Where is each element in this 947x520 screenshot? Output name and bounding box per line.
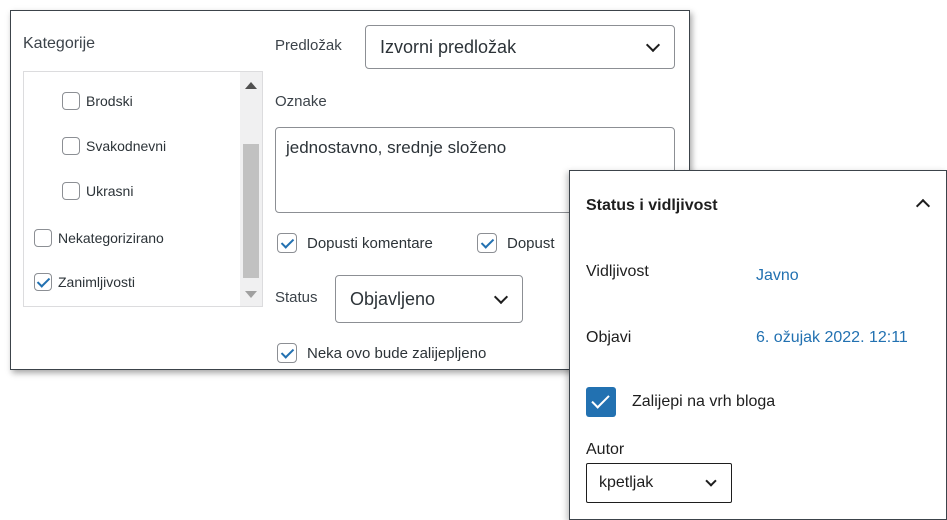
category-item-svakodnevni[interactable]: Svakodnevni xyxy=(62,137,166,155)
scroll-thumb[interactable] xyxy=(243,144,259,278)
chevron-down-icon xyxy=(645,37,661,53)
allow-pings-label: Dopust xyxy=(507,234,555,252)
category-checkbox-brodski[interactable] xyxy=(62,92,80,110)
category-checkbox-zanimljivosti[interactable] xyxy=(34,273,52,291)
allow-pings-checkbox[interactable] xyxy=(477,233,497,253)
panel-title: Status i vidljivost xyxy=(586,197,718,214)
categories-scrollbar[interactable] xyxy=(240,72,262,306)
publish-date-link[interactable]: 6. ožujak 2022. 12:11 xyxy=(756,329,908,347)
category-checkbox-nekategorizirano[interactable] xyxy=(34,229,52,247)
chevron-down-icon xyxy=(705,475,717,487)
sticky-option[interactable]: Neka ovo bude zalijepljeno xyxy=(277,343,486,363)
scroll-down-arrow-icon[interactable] xyxy=(245,291,257,298)
author-select[interactable]: kpetljak xyxy=(586,463,732,503)
categories-list[interactable]: Brodski Svakodnevni Ukrasni Nekategorizi… xyxy=(23,71,263,307)
category-item-nekategorizirano[interactable]: Nekategorizirano xyxy=(34,229,164,247)
sticky-checkbox[interactable] xyxy=(277,343,297,363)
category-label: Nekategorizirano xyxy=(58,230,164,246)
author-label: Autor xyxy=(586,441,625,458)
publish-label: Objavi xyxy=(586,329,632,346)
category-label: Brodski xyxy=(86,93,133,109)
allow-comments-label: Dopusti komentare xyxy=(307,234,433,252)
category-item-zanimljivosti[interactable]: Zanimljivosti xyxy=(34,273,135,291)
chevron-down-icon xyxy=(493,289,509,305)
author-select-value: kpetljak xyxy=(599,474,654,491)
visibility-link[interactable]: Javno xyxy=(756,267,799,285)
category-item-ukrasni[interactable]: Ukrasni xyxy=(62,182,133,200)
template-label: Predložak xyxy=(275,37,342,54)
template-select-value: Izvorni predložak xyxy=(380,36,517,57)
category-checkbox-ukrasni[interactable] xyxy=(62,182,80,200)
template-select[interactable]: Izvorni predložak xyxy=(365,25,675,69)
category-label: Ukrasni xyxy=(86,183,134,199)
categories-heading: Kategorije xyxy=(23,35,96,52)
scroll-up-arrow-icon[interactable] xyxy=(245,82,257,89)
category-item-brodski[interactable]: Brodski xyxy=(62,92,133,110)
category-checkbox-svakodnevni[interactable] xyxy=(62,137,80,155)
allow-comments-checkbox[interactable] xyxy=(277,233,297,253)
category-label: Svakodnevni xyxy=(86,138,167,154)
stick-to-top-label: Zalijepi na vrh bloga xyxy=(632,393,776,410)
status-label: Status xyxy=(275,289,318,306)
visibility-label: Vidljivost xyxy=(586,263,649,280)
allow-pings-option[interactable]: Dopust xyxy=(477,233,555,253)
tags-label: Oznake xyxy=(275,93,327,110)
status-select[interactable]: Objavljeno xyxy=(335,275,523,323)
chevron-up-icon[interactable] xyxy=(915,198,931,214)
category-label: Zanimljivosti xyxy=(58,274,136,290)
status-select-value: Objavljeno xyxy=(350,288,436,309)
allow-comments-option[interactable]: Dopusti komentare xyxy=(277,233,433,253)
stick-to-top-checkbox[interactable] xyxy=(586,387,616,417)
sticky-label: Neka ovo bude zalijepljeno xyxy=(307,344,487,362)
status-visibility-panel: Status i vidljivost Vidljivost Javno Obj… xyxy=(569,170,947,520)
